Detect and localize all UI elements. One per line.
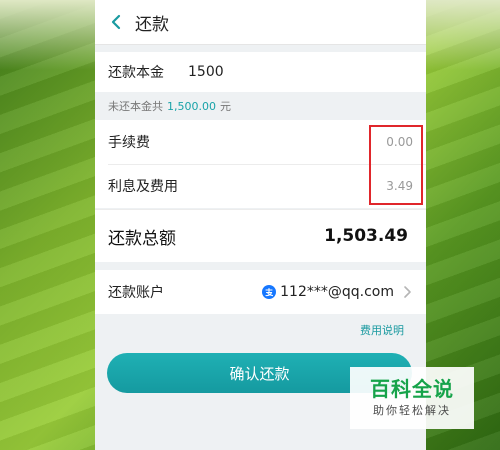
repayment-account-row[interactable]: 还款账户 112***@qq.com (95, 270, 426, 314)
chevron-left-icon[interactable] (107, 13, 125, 31)
handling-fee-label: 手续费 (108, 135, 150, 151)
account-selector: 112***@qq.com (262, 284, 412, 300)
fee-info-link[interactable]: 费用说明 (360, 322, 404, 338)
outstanding-unit: 元 (219, 100, 231, 113)
total-value: 1,503.49 (324, 226, 408, 246)
watermark-subtitle: 助你轻松解决 (373, 404, 451, 417)
principal-label: 还款本金 (108, 65, 164, 81)
account-label: 还款账户 (108, 285, 164, 301)
page-title: 还款 (135, 14, 169, 35)
principal-row: 还款本金 (95, 52, 426, 92)
alipay-icon (262, 285, 277, 299)
fee-section: 手续费 0.00 利息及费用 3.49 (95, 120, 426, 208)
total-label: 还款总额 (108, 228, 176, 249)
outstanding-amount: 1,500.00 (167, 99, 216, 113)
total-row: 还款总额 1,503.49 (95, 209, 426, 262)
chevron-right-icon (404, 286, 411, 298)
watermark-logo: 百科全说 助你轻松解决 (350, 367, 474, 429)
interest-fee-label: 利息及费用 (108, 179, 178, 195)
watermark-title: 百科全说 (370, 377, 454, 401)
outstanding-principal-note: 未还本金共 1,500.00 元 (95, 92, 426, 120)
header-bar: 还款 (95, 0, 426, 45)
principal-input[interactable] (188, 64, 338, 80)
outstanding-prefix: 未还本金共 (108, 100, 163, 113)
account-value: 112***@qq.com (280, 284, 394, 300)
highlight-box (369, 125, 423, 205)
